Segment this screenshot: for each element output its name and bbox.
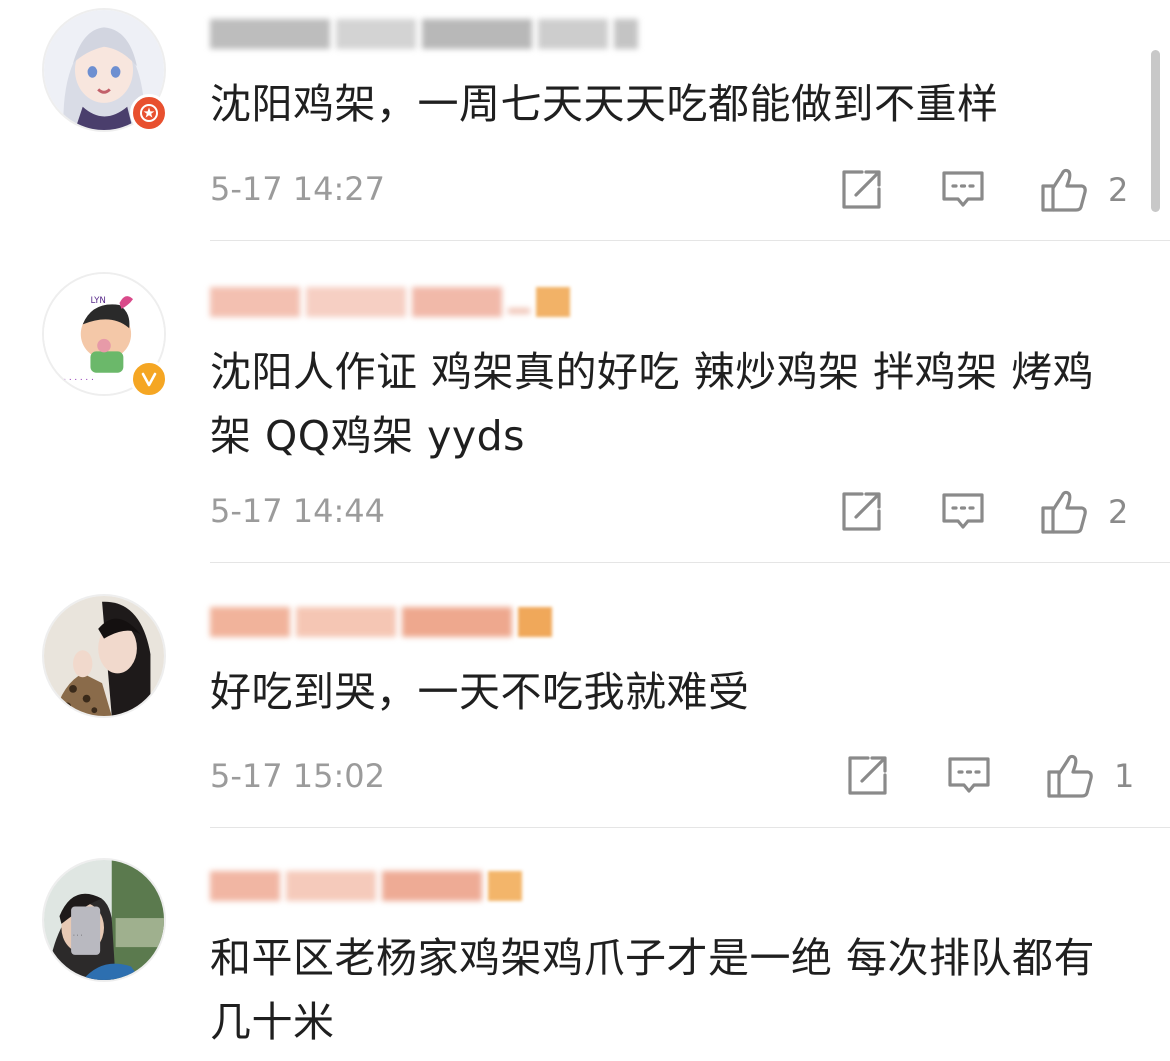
reply-button[interactable] <box>946 752 992 800</box>
member-crown-icon <box>518 607 552 637</box>
svg-text:LYN: LYN <box>90 296 106 306</box>
reply-button[interactable] <box>940 166 986 214</box>
comment-icon <box>942 171 984 207</box>
svg-text:· · · · · ·: · · · · · · <box>63 375 93 385</box>
comment-time: 5-17 15:02 <box>210 757 386 795</box>
share-icon <box>842 492 881 531</box>
divider <box>210 240 1170 241</box>
like-count: 2 <box>1108 171 1129 209</box>
thumbs-up-icon <box>1041 168 1087 212</box>
username-blurred[interactable] <box>210 866 522 906</box>
comment-icon <box>942 493 984 529</box>
member-crown-icon <box>536 287 570 317</box>
comment-text: 好吃到哭，一天不吃我就难受 <box>210 668 750 716</box>
avatar[interactable]: · · · <box>42 858 166 982</box>
comment-icon <box>948 757 990 793</box>
comment-text: 沈阳人作证 鸡架真的好吃 辣炒鸡架 拌鸡架 烤鸡架 QQ鸡架 yyds <box>210 348 1095 460</box>
divider <box>210 562 1170 563</box>
like-button[interactable]: 2 <box>1040 488 1128 536</box>
share-button[interactable] <box>838 488 884 536</box>
svg-text:· · ·: · · · <box>73 933 82 939</box>
username-blurred[interactable] <box>210 282 570 322</box>
username-blurred[interactable] <box>210 14 638 54</box>
comment-time: 5-17 14:44 <box>210 492 386 530</box>
thumbs-up-icon <box>1047 754 1093 798</box>
comment-text: 和平区老杨家鸡架鸡爪子才是一绝 每次排队都有几十米 <box>210 934 1096 1046</box>
like-count: 2 <box>1108 493 1129 531</box>
username-blurred[interactable] <box>210 602 552 642</box>
like-button[interactable]: 1 <box>1046 752 1134 800</box>
share-button[interactable] <box>838 166 884 214</box>
like-button[interactable]: 2 <box>1040 166 1128 214</box>
divider <box>210 827 1170 828</box>
verified-v-badge-icon <box>130 360 168 398</box>
avatar[interactable] <box>42 594 166 718</box>
comment-text: 沈阳鸡架，一周七天天天吃都能做到不重样 <box>210 80 999 128</box>
share-button[interactable] <box>844 752 890 800</box>
share-icon <box>842 170 881 209</box>
scrollbar[interactable] <box>1151 50 1160 212</box>
reply-button[interactable] <box>940 488 986 536</box>
share-icon <box>848 756 887 795</box>
comment-time: 5-17 14:27 <box>210 170 386 208</box>
member-crown-icon <box>488 871 522 901</box>
star-badge-icon <box>130 94 168 132</box>
thumbs-up-icon <box>1041 490 1087 534</box>
like-count: 1 <box>1114 757 1135 795</box>
